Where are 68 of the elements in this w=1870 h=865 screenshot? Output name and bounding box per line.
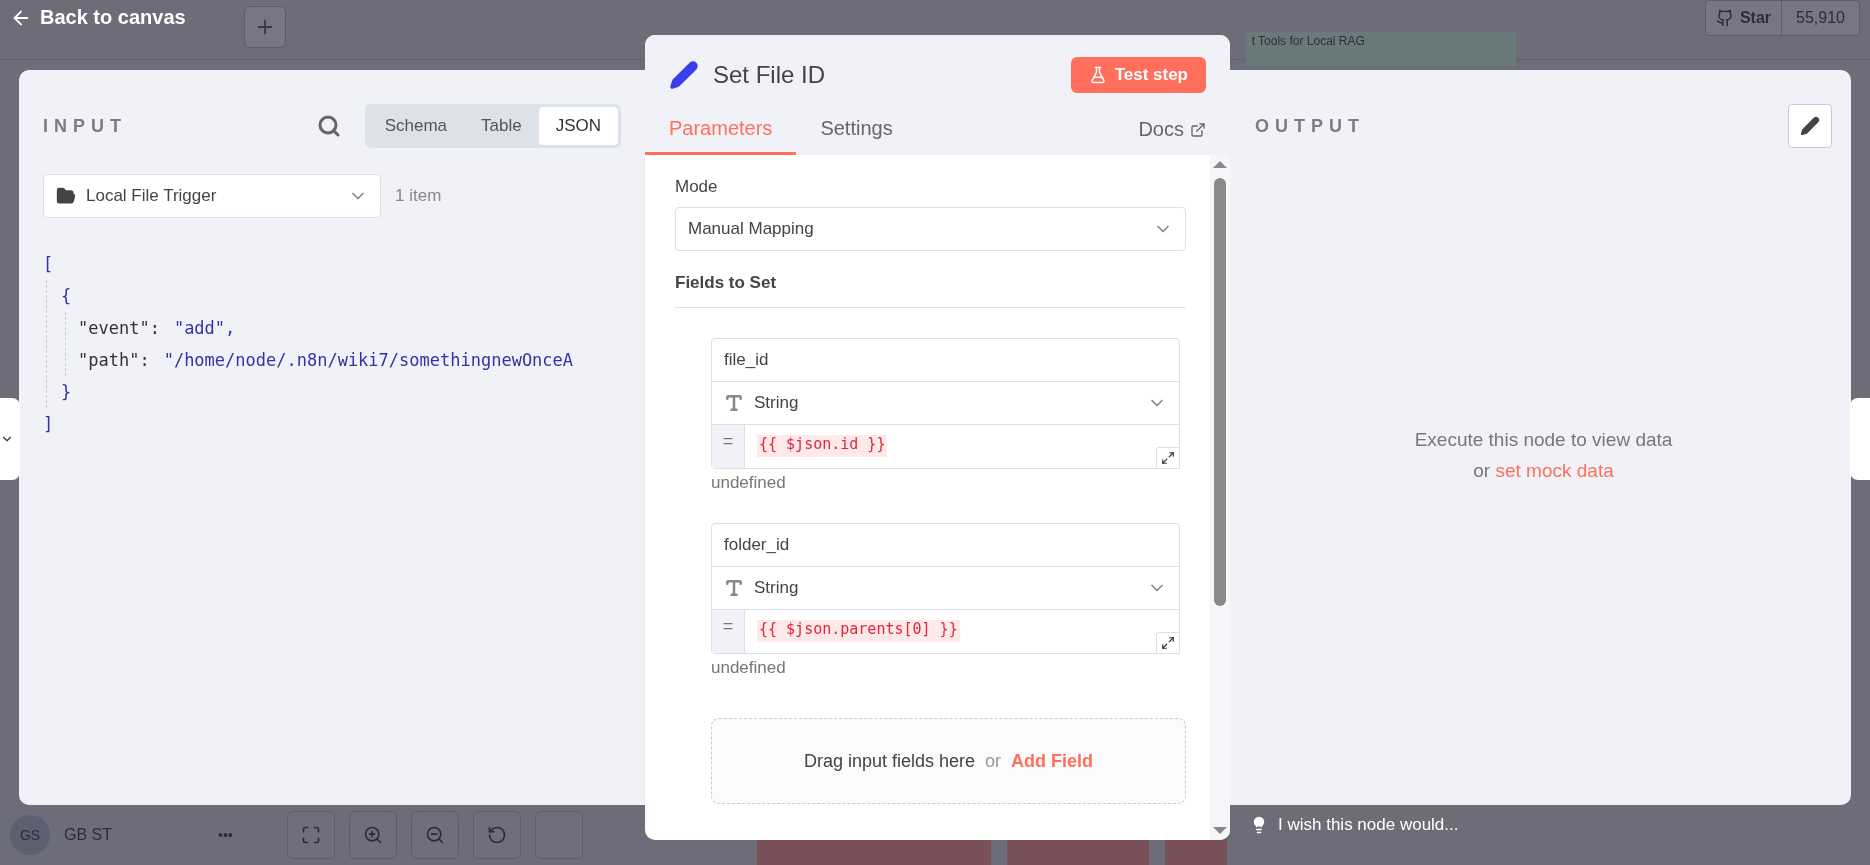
folder-icon (56, 186, 76, 206)
panel-title: INPUT (43, 115, 127, 137)
type-select[interactable]: String (712, 382, 1179, 425)
node-title: Set File ID (713, 61, 827, 89)
separator-text: or (985, 750, 1002, 772)
github-icon (1715, 9, 1734, 27)
json-brace: } (61, 382, 72, 402)
add-field-link[interactable]: Add Field (1011, 750, 1094, 772)
text-type-icon (724, 578, 744, 598)
text-type-icon (724, 393, 744, 413)
mode-select[interactable]: Manual Mapping (675, 207, 1186, 251)
expression-value[interactable]: {{ $json.parents[0] }} (757, 620, 960, 642)
json-bracket: [ (43, 254, 54, 274)
result-hint: undefined (711, 473, 787, 493)
fit-view-button[interactable] (286, 811, 335, 859)
expand-icon (1161, 636, 1175, 650)
json-value: "/home/node/.n8n/wiki7/somethingnewOnceA (163, 349, 574, 372)
flask-icon (1088, 66, 1107, 84)
external-link-icon (1190, 121, 1206, 138)
user-name: GB ST (64, 826, 113, 844)
panel-tab[interactable]: Settings (796, 107, 917, 155)
reset-button[interactable] (472, 811, 521, 859)
section-title: Fields to Set (675, 251, 1186, 308)
result-hint: undefined (711, 658, 787, 678)
json-value: "add", (173, 317, 236, 340)
zoom-out-icon (424, 825, 445, 845)
field-name-input[interactable]: file_id (712, 339, 1179, 382)
equals-sign: = (712, 610, 745, 653)
workflow-name: t Tools for Local RAG (1245, 32, 1516, 66)
panel-handle[interactable] (1850, 398, 1870, 480)
view-option[interactable]: Schema (367, 107, 464, 145)
json-bracket: ] (43, 414, 54, 434)
back-to-canvas-link[interactable]: Back to canvas (10, 6, 186, 29)
type-select[interactable]: String (712, 567, 1179, 610)
zoom-in-button[interactable] (348, 811, 397, 859)
field-name-input[interactable]: folder_id (712, 524, 1179, 567)
node-select[interactable]: Local File Trigger (43, 174, 381, 218)
undo-icon (486, 825, 507, 845)
docs-link[interactable]: Docs (1138, 118, 1206, 155)
expand-icon (1161, 451, 1175, 465)
more-menu[interactable]: ••• (218, 827, 233, 843)
pencil-icon (1800, 116, 1820, 136)
panel-handle[interactable] (0, 398, 20, 480)
expand-button[interactable] (1156, 447, 1180, 469)
json-key: "path": (78, 344, 150, 376)
json-brace: { (61, 286, 72, 306)
json-key: "event": (78, 312, 160, 344)
expand-button[interactable] (1156, 632, 1180, 654)
test-step-button[interactable]: Test step (1070, 57, 1206, 93)
equals-sign: = (712, 425, 745, 468)
zoom-out-button[interactable] (410, 811, 459, 859)
panel-title: OUTPUT (1255, 115, 1365, 137)
drop-zone-text: Drag input fields here (803, 750, 976, 772)
add-button[interactable] (243, 6, 286, 48)
pencil-icon (669, 60, 699, 90)
zoom-in-icon (362, 825, 383, 845)
empty-message: Execute this node to view data (1414, 428, 1673, 452)
scrollbar[interactable] (1210, 155, 1230, 840)
view-option[interactable]: JSON (538, 107, 618, 145)
field-label: Mode (675, 177, 719, 197)
expression-value[interactable]: {{ $json.id }} (757, 435, 888, 457)
edit-button[interactable] (1788, 104, 1832, 148)
feedback-link[interactable]: I wish this node would... (1278, 815, 1459, 835)
item-count: 1 item (395, 186, 442, 206)
fullscreen-icon (300, 825, 321, 845)
separator-text: or (1473, 460, 1491, 481)
view-option[interactable]: Table (464, 107, 539, 145)
github-star-button[interactable]: Star 55,910 (1704, 0, 1860, 36)
